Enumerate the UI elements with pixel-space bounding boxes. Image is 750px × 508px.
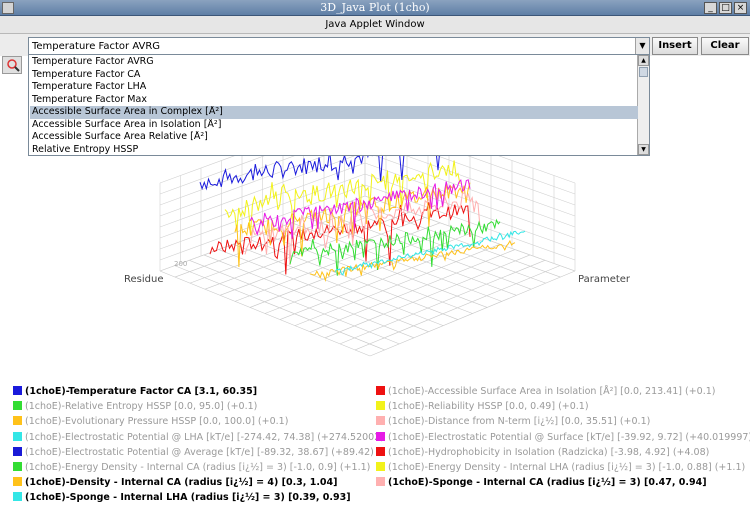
plot-series [199, 133, 526, 283]
legend-swatch [376, 401, 385, 411]
close-icon[interactable]: × [734, 2, 747, 14]
legend-swatch [13, 477, 22, 487]
legend-item[interactable]: (1choE)-Distance from N-term [i¿½] [0.0,… [376, 416, 650, 429]
clear-button[interactable]: Clear [701, 37, 749, 55]
dropdown-option[interactable]: Accessible Surface Area Relative [Å²] [30, 131, 638, 144]
legend-item[interactable]: (1choE)-Relative Entropy HSSP [0.0, 95.0… [13, 401, 257, 414]
legend-label: (1choE)-Hydrophobicity in Isolation (Rad… [388, 446, 710, 458]
legend-label: (1choE)-Temperature Factor CA [3.1, 60.3… [25, 386, 258, 397]
legend-item[interactable]: (1choE)-Energy Density - Internal LHA (r… [376, 462, 745, 475]
legend-item[interactable]: (1choE)-Energy Density - Internal CA (ra… [13, 462, 370, 475]
dropdown-option[interactable]: Temperature Factor LHA [30, 81, 638, 94]
legend-label: (1choE)-Electrostatic Potential @ LHA [k… [25, 431, 384, 443]
dropdown-option[interactable]: Temperature Factor CA [30, 69, 638, 82]
legend-label: (1choE)-Energy Density - Internal CA (ra… [25, 462, 371, 473]
legend-item[interactable]: (1choE)-Accessible Surface Area in Isola… [376, 386, 716, 399]
applet-window-label: Java Applet Window [325, 19, 425, 30]
legend-label: (1choE)-Reliability HSSP [0.0, 0.49] (+0… [388, 401, 589, 413]
legend-label: (1choE)-Electrostatic Potential @ Averag… [25, 446, 374, 458]
dropdown-option[interactable]: Accessible Surface Area in Isolation [Å²… [30, 119, 638, 132]
legend-item[interactable]: (1choE)-Density - Internal CA (radius [i… [13, 477, 337, 490]
legend-label: (1choE)-Energy Density - Internal LHA (r… [388, 462, 746, 473]
maximize-icon[interactable]: □ [719, 2, 732, 14]
plot-legend: (1choE)-Temperature Factor CA [3.1, 60.3… [0, 383, 750, 508]
parameter-combobox[interactable]: Temperature Factor AVRG ▼ [28, 37, 650, 55]
legend-label: (1choE)-Accessible Surface Area in Isola… [388, 386, 716, 397]
legend-label: (1choE)-Distance from N-term [i¿½] [0.0,… [388, 416, 651, 428]
dropdown-scrollbar[interactable]: ▲ ▼ [637, 55, 649, 155]
legend-swatch [376, 431, 385, 441]
axis-parameter-label: Parameter [578, 274, 631, 285]
legend-swatch [13, 386, 22, 395]
legend-item[interactable]: (1choE)-Electrostatic Potential @ LHA [k… [13, 431, 384, 445]
legend-item[interactable]: (1choE)-Reliability HSSP [0.0, 0.49] (+0… [376, 401, 589, 414]
legend-item[interactable]: (1choE)-Sponge - Internal LHA (radius [i… [13, 492, 351, 505]
legend-swatch [376, 386, 385, 395]
legend-swatch [13, 401, 22, 411]
parameter-dropdown-list[interactable]: ▲ ▼ Temperature Factor AVRG Temperature F… [28, 54, 650, 156]
axis-tick-label: 200 [174, 260, 187, 268]
axis-residue-label: Residue [124, 274, 163, 285]
legend-item[interactable]: (1choE)-Electrostatic Potential @ Surfac… [376, 431, 750, 445]
dropdown-option[interactable]: Temperature Factor Max [30, 94, 638, 107]
legend-swatch [13, 446, 22, 456]
applet-window-bar: Java Applet Window [0, 16, 750, 34]
legend-swatch [13, 431, 22, 441]
legend-swatch [13, 462, 22, 471]
legend-label: (1choE)-Relative Entropy HSSP [0.0, 95.0… [25, 401, 258, 413]
legend-swatch [376, 416, 385, 426]
scroll-down-icon[interactable]: ▼ [638, 144, 649, 155]
window-title: 3D_Java Plot (1cho) [320, 1, 430, 14]
scroll-up-icon[interactable]: ▲ [638, 55, 649, 66]
legend-label: (1choE)-Sponge - Internal LHA (radius [i… [25, 492, 351, 504]
dropdown-option[interactable]: Accessible Surface Area in Complex [Å²] [30, 106, 638, 119]
scroll-thumb[interactable] [639, 67, 648, 77]
dropdown-option[interactable]: Relative Entropy HSSP [30, 144, 638, 157]
minimize-icon[interactable]: _ [704, 2, 717, 14]
legend-item[interactable]: (1choE)-Sponge - Internal CA (radius [i¿… [376, 477, 707, 490]
legend-item[interactable]: (1choE)-Electrostatic Potential @ Averag… [13, 446, 374, 460]
legend-item[interactable]: (1choE)-Hydrophobicity in Isolation (Rad… [376, 446, 710, 460]
combobox-selected-value: Temperature Factor AVRG [32, 41, 161, 52]
legend-label: (1choE)-Electrostatic Potential @ Surfac… [388, 431, 750, 443]
legend-swatch [13, 416, 22, 426]
legend-item[interactable]: (1choE)-Evolutionary Pressure HSSP [0.0,… [13, 416, 288, 429]
legend-swatch [376, 446, 385, 456]
dropdown-option[interactable]: Temperature Factor AVRG [30, 56, 638, 69]
window-titlebar: 3D_Java Plot (1cho) _ □ × [0, 0, 750, 16]
legend-item[interactable]: (1choE)-Temperature Factor CA [3.1, 60.3… [13, 386, 257, 399]
chevron-down-icon[interactable]: ▼ [635, 38, 649, 54]
legend-label: (1choE)-Sponge - Internal CA (radius [i¿… [388, 477, 707, 489]
insert-button[interactable]: Insert [652, 37, 698, 55]
legend-swatch [13, 492, 22, 502]
legend-swatch [376, 462, 385, 471]
controls-row: Temperature Factor AVRG ▼ Insert Clear [0, 34, 750, 56]
legend-swatch [376, 477, 385, 487]
legend-label: (1choE)-Density - Internal CA (radius [i… [25, 477, 338, 489]
legend-label: (1choE)-Evolutionary Pressure HSSP [0.0,… [25, 416, 289, 428]
